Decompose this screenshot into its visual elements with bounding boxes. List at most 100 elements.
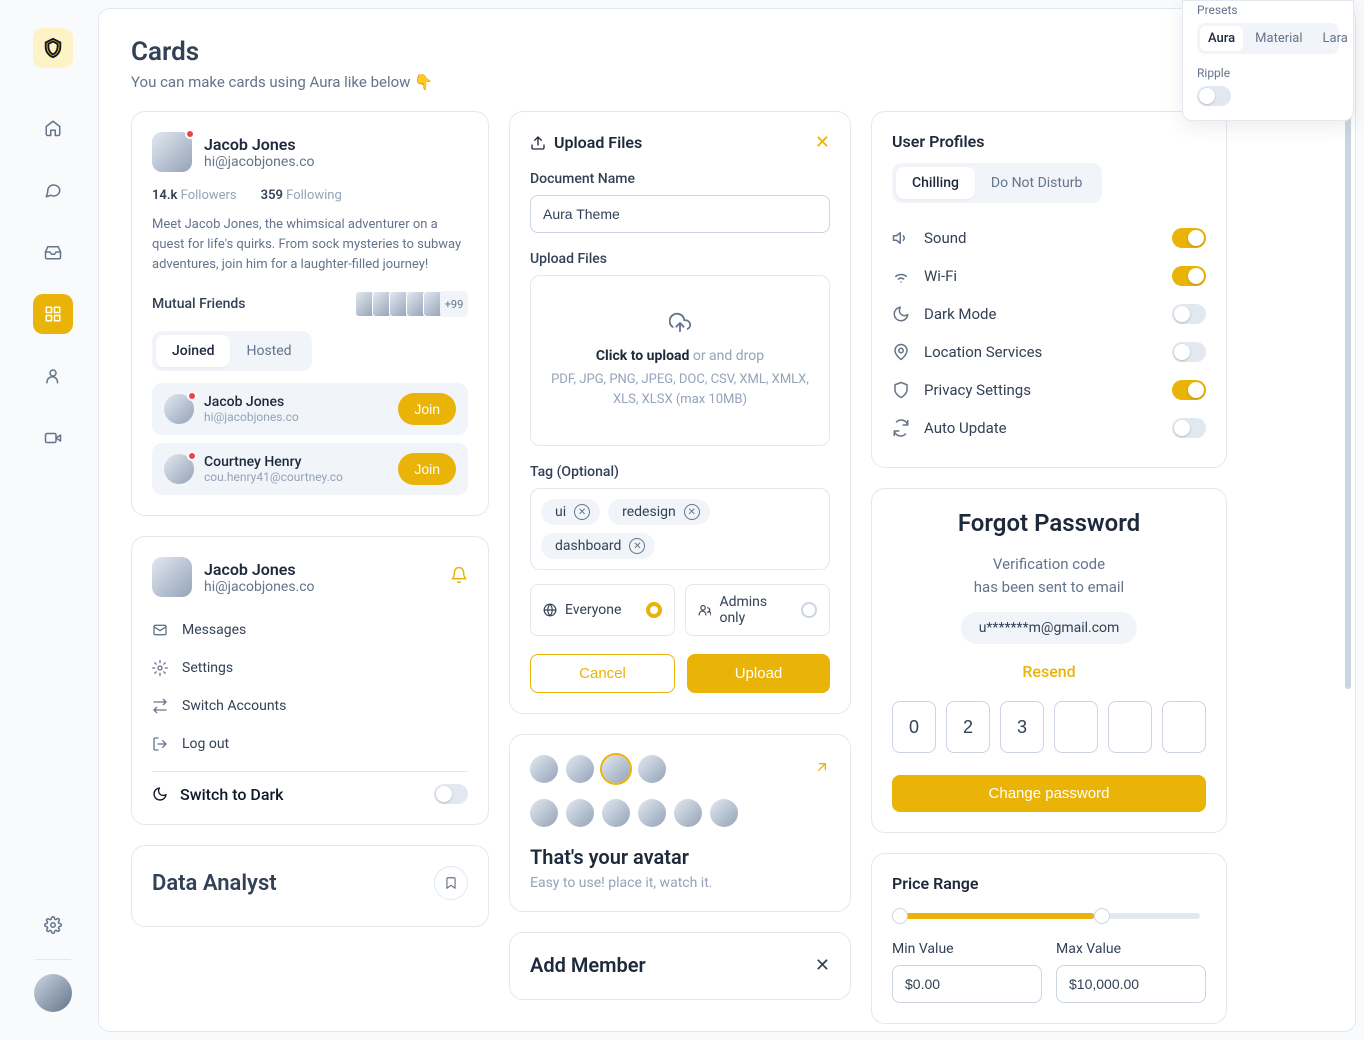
menu-logout[interactable]: Log out [152, 725, 468, 763]
visibility-admins[interactable]: Admins only [685, 584, 830, 636]
avatar-option[interactable] [638, 799, 666, 827]
price-slider[interactable] [898, 913, 1200, 919]
data-analyst-title: Data Analyst [152, 871, 277, 896]
users-icon [698, 603, 711, 617]
friend-email: hi@jacobjones.co [204, 410, 388, 424]
app-logo [33, 28, 73, 68]
remove-tag-icon[interactable]: ✕ [684, 504, 700, 520]
segment-chilling[interactable]: Chilling [896, 167, 975, 199]
visibility-everyone[interactable]: Everyone [530, 584, 675, 636]
avatar-expand-icon[interactable] [814, 759, 830, 779]
segment-joined[interactable]: Joined [156, 335, 230, 367]
scrollbar[interactable] [1345, 109, 1351, 689]
tag-label: Tag (Optional) [530, 464, 830, 480]
max-value-input[interactable] [1056, 965, 1206, 1003]
avatar-option-selected[interactable] [602, 755, 630, 783]
avatar-option[interactable] [530, 799, 558, 827]
setting-privacy: Privacy Settings [892, 371, 1206, 409]
bell-icon[interactable] [450, 566, 468, 588]
user-profiles-card: User Profiles Chilling Do Not Disturb So… [871, 111, 1227, 468]
upload-dropzone[interactable]: Click to upload or and drop PDF, JPG, PN… [530, 275, 830, 446]
join-button[interactable]: Join [398, 393, 456, 425]
nav-video[interactable] [33, 418, 73, 458]
avatar-option[interactable] [638, 755, 666, 783]
min-value-label: Min Value [892, 941, 1042, 957]
toggle-location[interactable] [1172, 342, 1206, 362]
doc-name-label: Document Name [530, 171, 830, 187]
avatar-option[interactable] [530, 755, 558, 783]
avatar-option[interactable] [674, 799, 702, 827]
toggle-darkmode[interactable] [1172, 304, 1206, 324]
tags-input[interactable]: ui✕ redesign✕ dashboard✕ [530, 488, 830, 570]
remove-tag-icon[interactable]: ✕ [574, 504, 590, 520]
resend-link[interactable]: Resend [892, 662, 1206, 681]
otp-digit[interactable] [1162, 701, 1206, 753]
sidebar-avatar[interactable] [34, 974, 72, 1012]
avatar-option[interactable] [566, 799, 594, 827]
profile-email: hi@jacobjones.co [204, 154, 315, 170]
friend-name: Courtney Henry [204, 454, 388, 470]
segment-hosted[interactable]: Hosted [230, 335, 307, 367]
setting-darkmode: Dark Mode [892, 295, 1206, 333]
menu-settings[interactable]: Settings [152, 649, 468, 687]
mutual-friends-label: Mutual Friends [152, 296, 246, 312]
mutual-more[interactable]: +99 [440, 291, 468, 317]
menu-switch-accounts[interactable]: Switch Accounts [152, 687, 468, 725]
max-value-label: Max Value [1056, 941, 1206, 957]
nav-chat[interactable] [33, 170, 73, 210]
nav-apps[interactable] [33, 294, 73, 334]
tag-chip: redesign✕ [608, 499, 710, 525]
preset-material[interactable]: Material [1247, 26, 1310, 51]
otp-digit[interactable] [946, 701, 990, 753]
upload-formats: PDF, JPG, PNG, JPEG, DOC, CSV, XML, XMLX… [551, 370, 809, 409]
upload-close-icon[interactable]: ✕ [815, 132, 830, 153]
upload-button[interactable]: Upload [687, 654, 830, 693]
toggle-wifi[interactable] [1172, 266, 1206, 286]
preset-lara[interactable]: Lara [1315, 26, 1356, 51]
toggle-sound[interactable] [1172, 228, 1206, 248]
toggle-privacy[interactable] [1172, 380, 1206, 400]
nav-home[interactable] [33, 108, 73, 148]
tag-chip: dashboard✕ [541, 533, 655, 559]
join-button[interactable]: Join [398, 453, 456, 485]
presets-label: Presets [1197, 3, 1339, 17]
nav-profile[interactable] [33, 356, 73, 396]
slider-thumb-max[interactable] [1094, 908, 1110, 924]
otp-digit[interactable] [892, 701, 936, 753]
avatar-option[interactable] [602, 799, 630, 827]
remove-tag-icon[interactable]: ✕ [629, 538, 645, 554]
switch-to-dark-label: Switch to Dark [180, 785, 422, 804]
avatar-option[interactable] [566, 755, 594, 783]
following-count: 359 [261, 188, 283, 203]
friend-item: Courtney Henry cou.henry41@courtney.co J… [152, 443, 468, 495]
otp-digit[interactable] [1000, 701, 1044, 753]
setting-wifi: Wi-Fi [892, 257, 1206, 295]
user-profiles-title: User Profiles [892, 132, 1206, 151]
avatar-option[interactable] [710, 799, 738, 827]
dark-mode-toggle[interactable] [434, 784, 468, 804]
nav-settings[interactable] [33, 905, 73, 945]
min-value-input[interactable] [892, 965, 1042, 1003]
profile-avatar [152, 132, 192, 172]
change-password-button[interactable]: Change password [892, 775, 1206, 812]
doc-name-input[interactable] [530, 195, 830, 233]
slider-thumb-min[interactable] [892, 908, 908, 924]
nav-inbox[interactable] [33, 232, 73, 272]
friend-name: Jacob Jones [204, 394, 388, 410]
friend-avatar [164, 394, 194, 424]
avatar-card: That's your avatar Easy to use! place it… [509, 734, 851, 912]
cancel-button[interactable]: Cancel [530, 654, 675, 693]
followers-label: Followers [181, 188, 237, 203]
toggle-autoupdate[interactable] [1172, 418, 1206, 438]
bookmark-button[interactable] [434, 866, 468, 900]
otp-digit[interactable] [1108, 701, 1152, 753]
menu-email: hi@jacobjones.co [204, 579, 315, 595]
preset-aura[interactable]: Aura [1200, 26, 1243, 51]
menu-messages[interactable]: Messages [152, 611, 468, 649]
otp-digit[interactable] [1054, 701, 1098, 753]
ripple-toggle[interactable] [1197, 86, 1231, 106]
sidebar [8, 8, 98, 1032]
profile-mode-segment: Chilling Do Not Disturb [892, 163, 1102, 203]
segment-dnd[interactable]: Do Not Disturb [975, 167, 1098, 199]
add-member-close-icon[interactable]: ✕ [815, 955, 830, 976]
